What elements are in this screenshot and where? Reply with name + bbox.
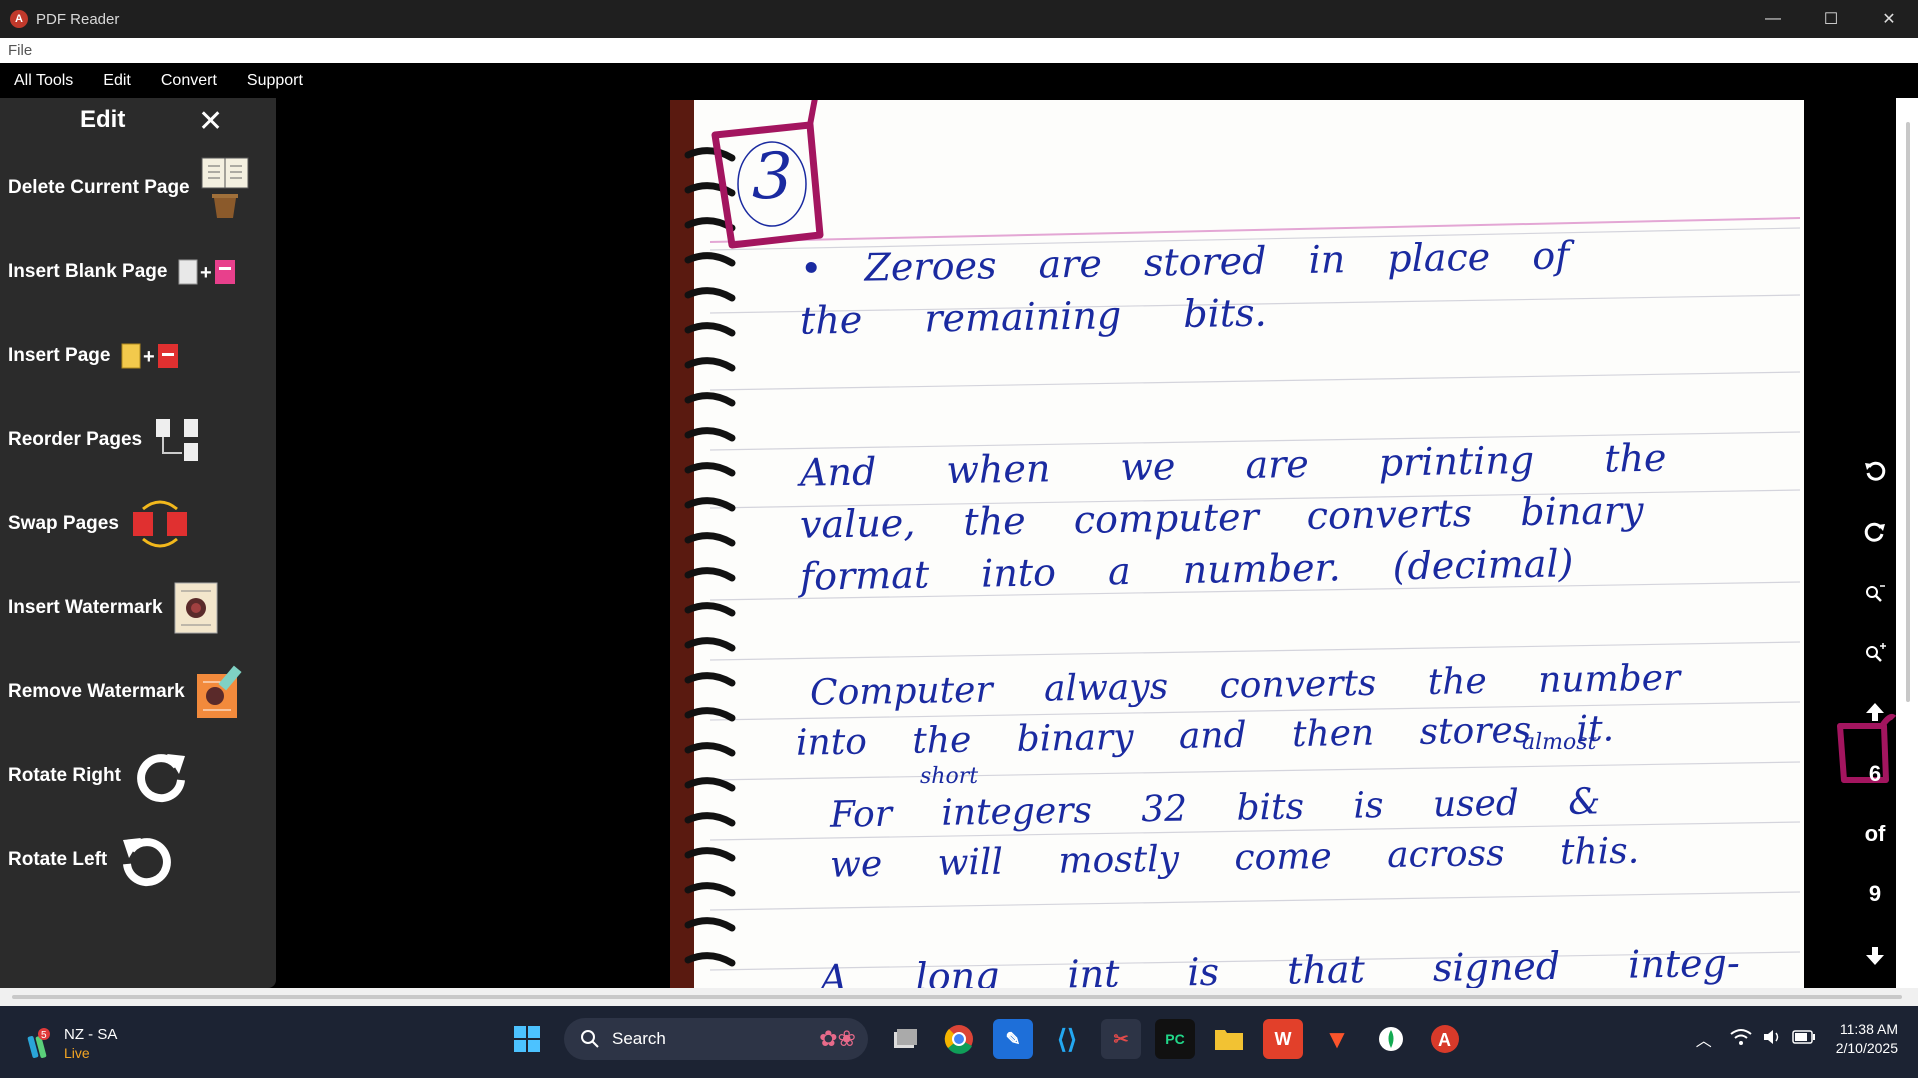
window-titlebar: A PDF Reader — ☐ ✕ — [0, 0, 1918, 38]
tool-label: Rotate Right — [8, 765, 121, 786]
rotate-left-icon — [117, 830, 177, 890]
horizontal-scroll-thumb[interactable] — [12, 995, 1902, 999]
tool-label: Insert Page — [8, 345, 111, 366]
tool-reorder-pages[interactable]: Reorder Pages — [0, 410, 276, 470]
circled-page-number: 3 — [752, 140, 793, 214]
snipping-tool-icon[interactable]: ✂ — [1101, 1019, 1141, 1059]
file-menu[interactable]: File — [0, 38, 1918, 63]
zoom-in-icon[interactable] — [1854, 634, 1896, 670]
page-of-label: of — [1864, 821, 1886, 846]
current-page-number[interactable]: 6 — [1854, 756, 1896, 792]
tool-label: Delete Current Page — [8, 177, 190, 198]
close-window-button[interactable]: ✕ — [1860, 0, 1918, 38]
vertical-scroll-thumb[interactable] — [1906, 122, 1910, 702]
tool-label: Insert Blank Page — [8, 261, 168, 282]
svg-text:5: 5 — [41, 1030, 47, 1041]
brave-icon[interactable]: ▼ — [1317, 1019, 1357, 1059]
chrome-icon[interactable] — [939, 1019, 979, 1059]
widget-title: NZ - SA — [64, 1026, 118, 1043]
volume-icon[interactable] — [1762, 1028, 1782, 1051]
mongodb-icon[interactable] — [1371, 1019, 1411, 1059]
tool-label: Swap Pages — [8, 513, 119, 534]
watermark-icon — [173, 581, 219, 635]
tool-rotate-left[interactable]: Rotate Left — [0, 830, 276, 890]
svg-text:A: A — [1438, 1030, 1451, 1050]
chevron-up-icon[interactable]: ︿ — [1696, 1027, 1712, 1051]
rotate-right-icon — [131, 746, 191, 806]
rotate-ccw-icon[interactable] — [1854, 453, 1896, 489]
next-page-icon[interactable] — [1854, 938, 1896, 974]
start-icon[interactable] — [507, 1019, 547, 1059]
tool-label: Insert Watermark — [8, 597, 163, 618]
tool-insert-page[interactable]: Insert Page + — [0, 326, 276, 386]
pdf-page: 3 • Zeroes are stored in place of the re… — [670, 100, 1804, 988]
document-viewer[interactable]: 3 • Zeroes are stored in place of the re… — [276, 98, 1854, 988]
maximize-button[interactable]: ☐ — [1802, 0, 1860, 38]
wps-office-icon[interactable]: W — [1263, 1019, 1303, 1059]
insert-blank-page-icon: + — [177, 257, 237, 287]
tool-remove-watermark[interactable]: Remove Watermark — [0, 662, 276, 722]
search-icon — [581, 1030, 599, 1048]
tool-insert-blank-page[interactable]: Insert Blank Page + — [0, 242, 276, 302]
pdf-app-icon: A — [10, 10, 28, 28]
clock-time: 11:38 AM — [1839, 1021, 1898, 1037]
window-title: PDF Reader — [36, 10, 120, 28]
pycharm-icon[interactable]: PC — [1155, 1019, 1195, 1059]
menu-edit[interactable]: Edit — [103, 72, 131, 90]
task-view-icon[interactable] — [885, 1019, 925, 1059]
reorder-pages-icon — [152, 415, 202, 465]
delete-page-icon — [200, 156, 250, 220]
widget-live-label: Live — [64, 1045, 90, 1061]
svg-text:+: + — [200, 262, 212, 284]
vertical-scrollbar[interactable] — [1896, 98, 1918, 988]
horizontal-scrollbar[interactable] — [0, 988, 1918, 1006]
wifi-icon[interactable] — [1730, 1028, 1752, 1051]
tool-rotate-right[interactable]: Rotate Right — [0, 746, 276, 806]
pdf-reader-taskbar-icon[interactable]: A — [1425, 1019, 1465, 1059]
tool-label: Reorder Pages — [8, 429, 143, 450]
battery-icon[interactable] — [1791, 1029, 1816, 1050]
handwritten-note-short: short — [920, 764, 979, 789]
zoom-out-icon[interactable] — [1854, 574, 1896, 610]
tool-delete-current-page[interactable]: Delete Current Page — [0, 156, 276, 220]
tool-label: Remove Watermark — [8, 681, 185, 702]
page-navigation-bar: 6 of 9 — [1837, 98, 1897, 988]
swap-pages-icon — [129, 497, 191, 551]
edit-panel: Edit ✕ Delete Current Page Insert Blank … — [0, 98, 276, 988]
clock-date: 2/10/2025 — [1835, 1040, 1898, 1056]
tool-insert-watermark[interactable]: Insert Watermark — [0, 578, 276, 638]
menu-convert[interactable]: Convert — [161, 72, 217, 90]
flowers-icon: ✿❀ — [819, 1026, 856, 1051]
file-explorer-icon[interactable] — [1209, 1019, 1249, 1059]
search-label: Search — [612, 1029, 666, 1048]
handwritten-note-almost: almost — [1522, 730, 1597, 755]
system-tray: ︿ 11:38 AM 2/10/2025 — [1696, 1020, 1898, 1058]
taskbar-search[interactable]: Search ✿❀ — [564, 1018, 868, 1060]
weather-widget[interactable]: 5 NZ - SA Live — [24, 1026, 117, 1062]
remove-watermark-icon — [195, 664, 247, 720]
minimize-button[interactable]: — — [1744, 0, 1802, 38]
windows-taskbar: 5 NZ - SA Live Search ✿❀ ✎ ⟨⟩ ✂ PC W ▼ A… — [0, 1006, 1918, 1078]
tool-swap-pages[interactable]: Swap Pages — [0, 494, 276, 554]
rotate-cw-icon[interactable] — [1854, 514, 1896, 550]
panel-close-button[interactable]: ✕ — [198, 104, 223, 139]
clock[interactable]: 11:38 AM 2/10/2025 — [1836, 1020, 1898, 1058]
insert-page-icon: + — [120, 341, 180, 371]
total-pages: 9 — [1868, 881, 1882, 906]
cricket-icon: 5 — [27, 1028, 50, 1058]
svg-text:+: + — [143, 346, 155, 368]
menu-all-tools[interactable]: All Tools — [14, 72, 73, 90]
menu-support[interactable]: Support — [247, 72, 303, 90]
tool-label: Rotate Left — [8, 849, 108, 870]
vscode-icon[interactable]: ⟨⟩ — [1047, 1019, 1087, 1059]
notes-icon[interactable]: ✎ — [993, 1019, 1033, 1059]
menu-bar: All Tools Edit Convert Support — [0, 63, 1918, 98]
panel-title: Edit — [80, 106, 126, 133]
